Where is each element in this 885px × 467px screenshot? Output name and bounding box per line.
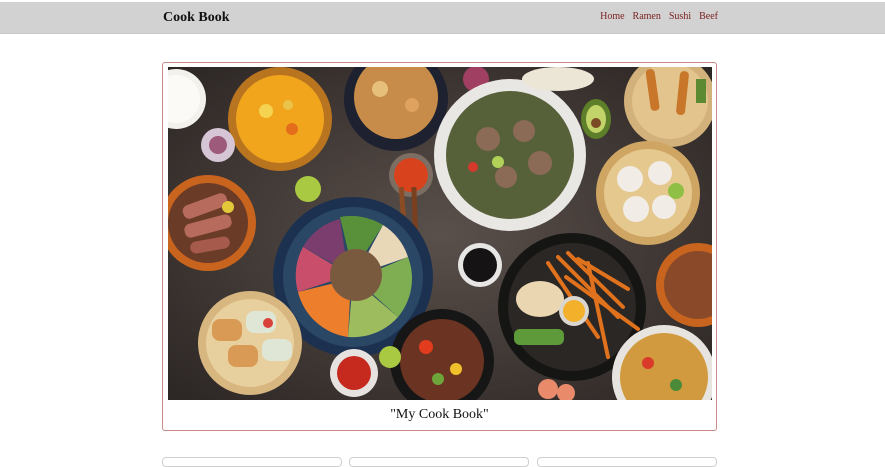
nav-link-sushi[interactable]: Sushi bbox=[669, 11, 691, 22]
hero-card: "My Cook Book" bbox=[162, 62, 717, 431]
food-spread-illustration bbox=[168, 67, 712, 400]
navbar: Cook Book Home Ramen Sushi Beef bbox=[0, 2, 885, 34]
recipe-card-2[interactable] bbox=[349, 457, 529, 467]
nav-links: Home Ramen Sushi Beef bbox=[600, 11, 718, 22]
recipe-card-1[interactable] bbox=[162, 457, 342, 467]
nav-link-home[interactable]: Home bbox=[600, 11, 624, 22]
nav-link-beef[interactable]: Beef bbox=[699, 11, 718, 22]
hero-caption: "My Cook Book" bbox=[390, 407, 489, 422]
brand-link[interactable]: Cook Book bbox=[163, 10, 230, 26]
nav-link-ramen[interactable]: Ramen bbox=[633, 11, 661, 22]
hero-food-image bbox=[168, 67, 712, 400]
recipe-card-3[interactable] bbox=[537, 457, 717, 467]
